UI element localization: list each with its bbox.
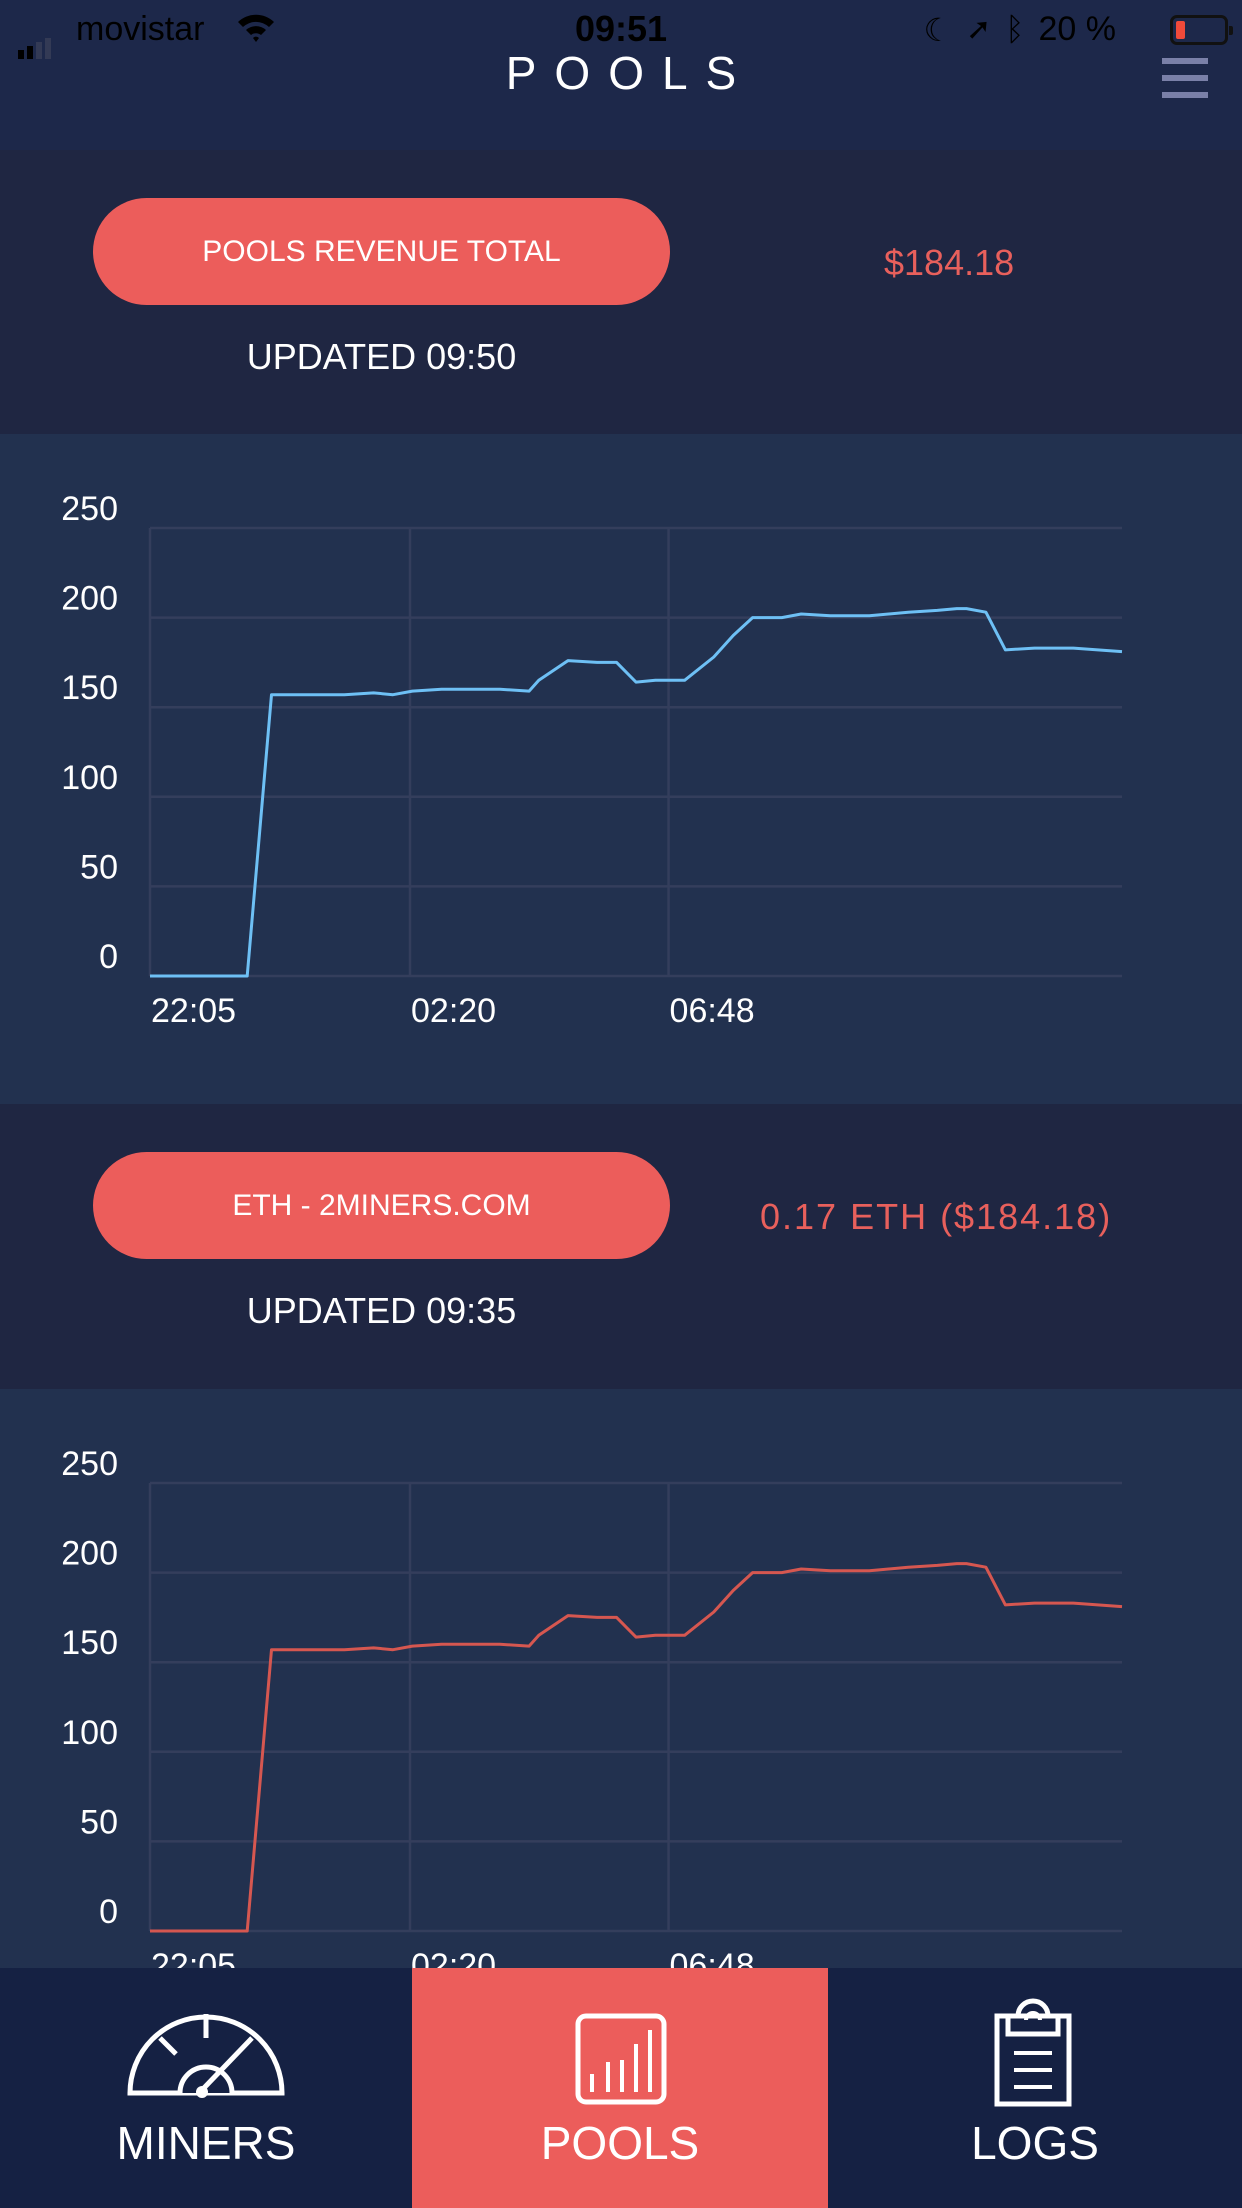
bar-chart-icon <box>575 2013 667 2105</box>
header: movistar 09:51 ☾ ➚ ᛒ 20 % POOLS <box>0 0 1242 150</box>
eth-pool-summary: ETH - 2MINERS.COM UPDATED 09:35 0.17 ETH… <box>0 1104 1242 1389</box>
tab-label: POOLS <box>540 2117 700 2169</box>
y-tick-label: 250 <box>61 1445 118 1483</box>
pools-revenue-summary: POOLS REVENUE TOTAL UPDATED 09:50 $184.1… <box>0 150 1242 434</box>
location-icon: ➚ <box>966 13 992 46</box>
moon-icon: ☾ <box>923 11 953 48</box>
updated-time: UPDATED 09:35 <box>246 1290 517 1331</box>
pill-label: POOLS REVENUE TOTAL <box>202 234 561 268</box>
revenue-chart-panel: 0 50 100 150 200 250 22:05 02:20 06:48 <box>0 434 1242 1104</box>
bluetooth-icon: ᛒ <box>1005 11 1025 47</box>
x-tick-label: 02:20 <box>411 992 496 1030</box>
tab-miners[interactable]: MINERS <box>0 1968 412 2208</box>
series-line <box>150 607 1123 978</box>
y-tick-label: 150 <box>61 669 118 707</box>
tab-logs[interactable]: LOGS <box>828 1968 1242 2208</box>
tab-pools[interactable]: POOLS <box>412 1968 828 2208</box>
y-tick-label: 250 <box>61 490 118 528</box>
revenue-amount: $184.18 <box>884 242 1015 283</box>
y-tick-label: 0 <box>99 1893 118 1931</box>
y-tick-label: 100 <box>61 759 118 797</box>
eth-amount: 0.17 ETH ($184.18) <box>760 1196 1113 1237</box>
battery-icon <box>1170 15 1233 45</box>
tab-label: MINERS <box>116 2117 296 2169</box>
page-title: POOLS <box>505 47 755 99</box>
battery-percent: 20 % <box>1038 10 1117 48</box>
eth-line-chart: 05010015020025022:05 02:20 06:48 <box>61 1445 1123 1985</box>
pill-label: ETH - 2MINERS.COM <box>232 1188 531 1222</box>
hamburger-menu-icon[interactable] <box>1162 58 1208 102</box>
eth-2miners-button[interactable]: ETH - 2MINERS.COM <box>93 1152 670 1259</box>
clipboard-icon <box>994 1998 1072 2107</box>
y-tick-label: 200 <box>61 580 118 618</box>
y-tick-label: 150 <box>61 1624 118 1662</box>
y-tick-label: 100 <box>61 1714 118 1752</box>
revenue-line-chart: 0 50 100 150 200 250 22:05 02:20 06:48 <box>61 490 1123 1030</box>
bottom-tab-bar: MINERS POOLS LOGS <box>0 1968 1242 2208</box>
y-tick-label: 0 <box>99 938 118 976</box>
pools-revenue-total-button[interactable]: POOLS REVENUE TOTAL <box>93 198 670 305</box>
x-tick-label: 06:48 <box>670 992 755 1030</box>
speedometer-icon <box>127 2014 285 2098</box>
updated-time: UPDATED 09:50 <box>246 336 517 377</box>
series-line <box>150 1562 1123 1933</box>
y-tick-label: 50 <box>80 848 118 886</box>
y-tick-label: 200 <box>61 1535 118 1573</box>
x-tick-label: 22:05 <box>151 992 236 1030</box>
y-tick-label: 50 <box>80 1803 118 1841</box>
eth-chart-panel: 0 50 100 150 200 250 22:05 02:20 06:48 <box>0 1389 1242 1985</box>
tab-label: LOGS <box>971 2117 1099 2169</box>
